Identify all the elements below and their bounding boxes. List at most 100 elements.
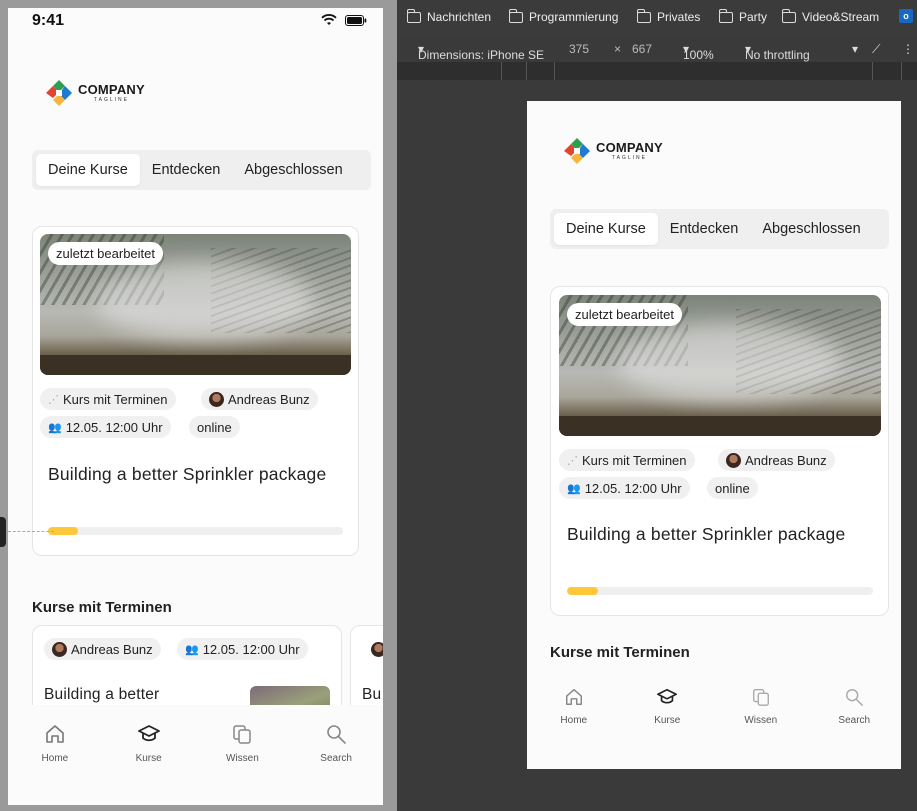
tab-abgeschlossen[interactable]: Abgeschlossen	[232, 154, 354, 186]
course-progress	[48, 527, 343, 535]
share-nodes-icon: ⋰	[567, 454, 578, 467]
home-icon	[46, 725, 64, 743]
nav-wissen-label: Wissen	[744, 715, 778, 726]
nav-wissen[interactable]: Wissen	[207, 723, 277, 805]
company-logo-icon	[46, 80, 72, 106]
folder-icon	[781, 8, 796, 23]
bottom-navigation: Home Kurse Wissen Search	[527, 687, 901, 769]
media-query-ruler	[397, 62, 917, 80]
nav-kurse[interactable]: Kurse	[114, 723, 184, 805]
logo-tagline: TAGLINE	[611, 155, 647, 161]
zoom-select[interactable]: 100% ▾	[683, 42, 714, 62]
people-icon: 👥	[48, 421, 62, 434]
nav-search[interactable]: Search	[819, 687, 889, 769]
course-progress	[567, 587, 873, 595]
nav-kurse-label: Kurse	[654, 715, 681, 726]
course-type-chip: ⋰ Kurs mit Terminen	[40, 388, 176, 410]
tab-deine-kurse[interactable]: Deine Kurse	[36, 154, 140, 186]
search-icon	[846, 689, 864, 706]
mode-chip: online	[707, 477, 758, 499]
drag-handle[interactable]	[0, 517, 6, 547]
course-type-label: Kurs mit Terminen	[63, 391, 168, 407]
course-title: Building a better Sprinkler package	[567, 524, 846, 544]
home-icon	[565, 689, 582, 705]
outlook-icon[interactable]: o	[899, 9, 913, 23]
avatar	[52, 641, 67, 657]
nav-search-label: Search	[320, 753, 352, 764]
nav-search-label: Search	[838, 715, 871, 726]
width-field[interactable]: 375	[569, 42, 589, 56]
folder-icon	[508, 8, 523, 23]
course-image: zuletzt bearbeitet	[559, 295, 881, 436]
date-chip: 👥 12.05. 12:00 Uhr	[177, 638, 308, 660]
nav-home-label: Home	[560, 715, 588, 726]
device-toolbar: Dimensions: iPhone SE ▾ 375 × 667 100% ▾…	[397, 36, 917, 62]
avatar	[371, 642, 383, 657]
device-select-label: Dimensions: iPhone SE	[418, 48, 545, 62]
screen: 9:41 COMPANY TAGLINE Deine Kurse Entdeck…	[0, 0, 917, 811]
tab-abgeschlossen[interactable]: Abgeschlossen	[750, 213, 872, 245]
share-nodes-icon: ⋰	[48, 393, 59, 406]
tab-entdecken[interactable]: Entdecken	[140, 154, 233, 186]
course-progress-fill	[567, 587, 598, 595]
course-mode: online	[197, 419, 232, 435]
folder-icon	[406, 8, 421, 23]
status-icons	[321, 14, 367, 26]
throttling-select[interactable]: No throttling ▾	[745, 42, 810, 62]
next-course-title: Bu	[362, 686, 382, 703]
logo-name: COMPANY	[596, 140, 663, 155]
course-tabs: Deine Kurse Entdecken Abgeschlossen	[550, 209, 889, 249]
course-card[interactable]: zuletzt bearbeitet ⋰ Kurs mit Terminen A…	[550, 286, 889, 616]
bookmark-video-stream[interactable]: Video&Stream	[781, 8, 879, 24]
bookmarks-bar: Nachrichten Programmierung Privates Part…	[397, 0, 917, 36]
nav-home[interactable]: Home	[20, 723, 90, 805]
bookmark-programmierung[interactable]: Programmierung	[508, 8, 619, 24]
phone-screen-right: COMPANY TAGLINE Deine Kurse Entdecken Ab…	[527, 101, 901, 769]
author-name: Andreas Bunz	[228, 391, 310, 407]
company-logo: COMPANY TAGLINE	[44, 78, 145, 108]
author-chip: Andreas Bunz	[201, 388, 318, 410]
people-icon: 👥	[567, 482, 581, 495]
date-chip: 👥 12.05. 12:00 Uhr	[40, 416, 171, 438]
pipette-icon[interactable]: ⟋	[872, 42, 880, 57]
author-name: Andreas Bunz	[71, 641, 153, 657]
nav-home-label: Home	[41, 753, 69, 764]
course-image: zuletzt bearbeitet	[40, 234, 351, 375]
mode-chip: online	[189, 416, 240, 438]
course-title: Building a better Sprinkler package	[48, 464, 327, 484]
last-edited-badge: zuletzt bearbeitet	[48, 242, 164, 265]
bookmark-nachrichten[interactable]: Nachrichten	[406, 8, 492, 24]
bookmark-label: Nachrichten	[427, 10, 492, 24]
bookmark-label: Party	[739, 10, 768, 24]
nav-wissen[interactable]: Wissen	[726, 687, 796, 769]
folder-icon	[718, 8, 733, 23]
height-field[interactable]: 667	[632, 42, 652, 56]
copy-icon	[233, 725, 252, 744]
course-card[interactable]: zuletzt bearbeitet ⋰ Kurs mit Terminen A…	[32, 226, 359, 556]
search-icon	[327, 725, 346, 744]
throttling-label: No throttling	[745, 48, 810, 62]
author-chip: Andreas Bunz	[44, 638, 161, 660]
nav-search[interactable]: Search	[301, 723, 371, 805]
nav-home[interactable]: Home	[539, 687, 609, 769]
nav-wissen-label: Wissen	[225, 753, 259, 764]
tab-deine-kurse[interactable]: Deine Kurse	[554, 213, 658, 245]
bookmark-label: Programmierung	[529, 10, 619, 24]
bookmark-party[interactable]: Party	[718, 8, 768, 24]
more-caret-icon[interactable]: ▾	[852, 42, 858, 56]
device-select[interactable]: Dimensions: iPhone SE ▾	[418, 42, 544, 62]
course-mode: online	[715, 480, 750, 496]
more-options-icon[interactable]: ⋮	[902, 42, 914, 56]
date-chip: 👥 12.05. 12:00 Uhr	[559, 477, 690, 499]
status-bar: 9:41	[8, 8, 383, 36]
wifi-icon	[321, 14, 337, 25]
section-title: Kurse mit Terminen	[550, 644, 690, 661]
tab-entdecken[interactable]: Entdecken	[658, 213, 751, 245]
phone-screen-left: 9:41 COMPANY TAGLINE Deine Kurse Entdeck…	[8, 8, 383, 805]
course-date: 12.05. 12:00 Uhr	[202, 641, 300, 657]
avatar	[209, 391, 224, 407]
people-icon: 👥	[185, 643, 199, 656]
bookmark-privates[interactable]: Privates	[636, 8, 700, 24]
nav-kurse[interactable]: Kurse	[632, 687, 702, 769]
graduation-cap-icon	[657, 688, 678, 704]
